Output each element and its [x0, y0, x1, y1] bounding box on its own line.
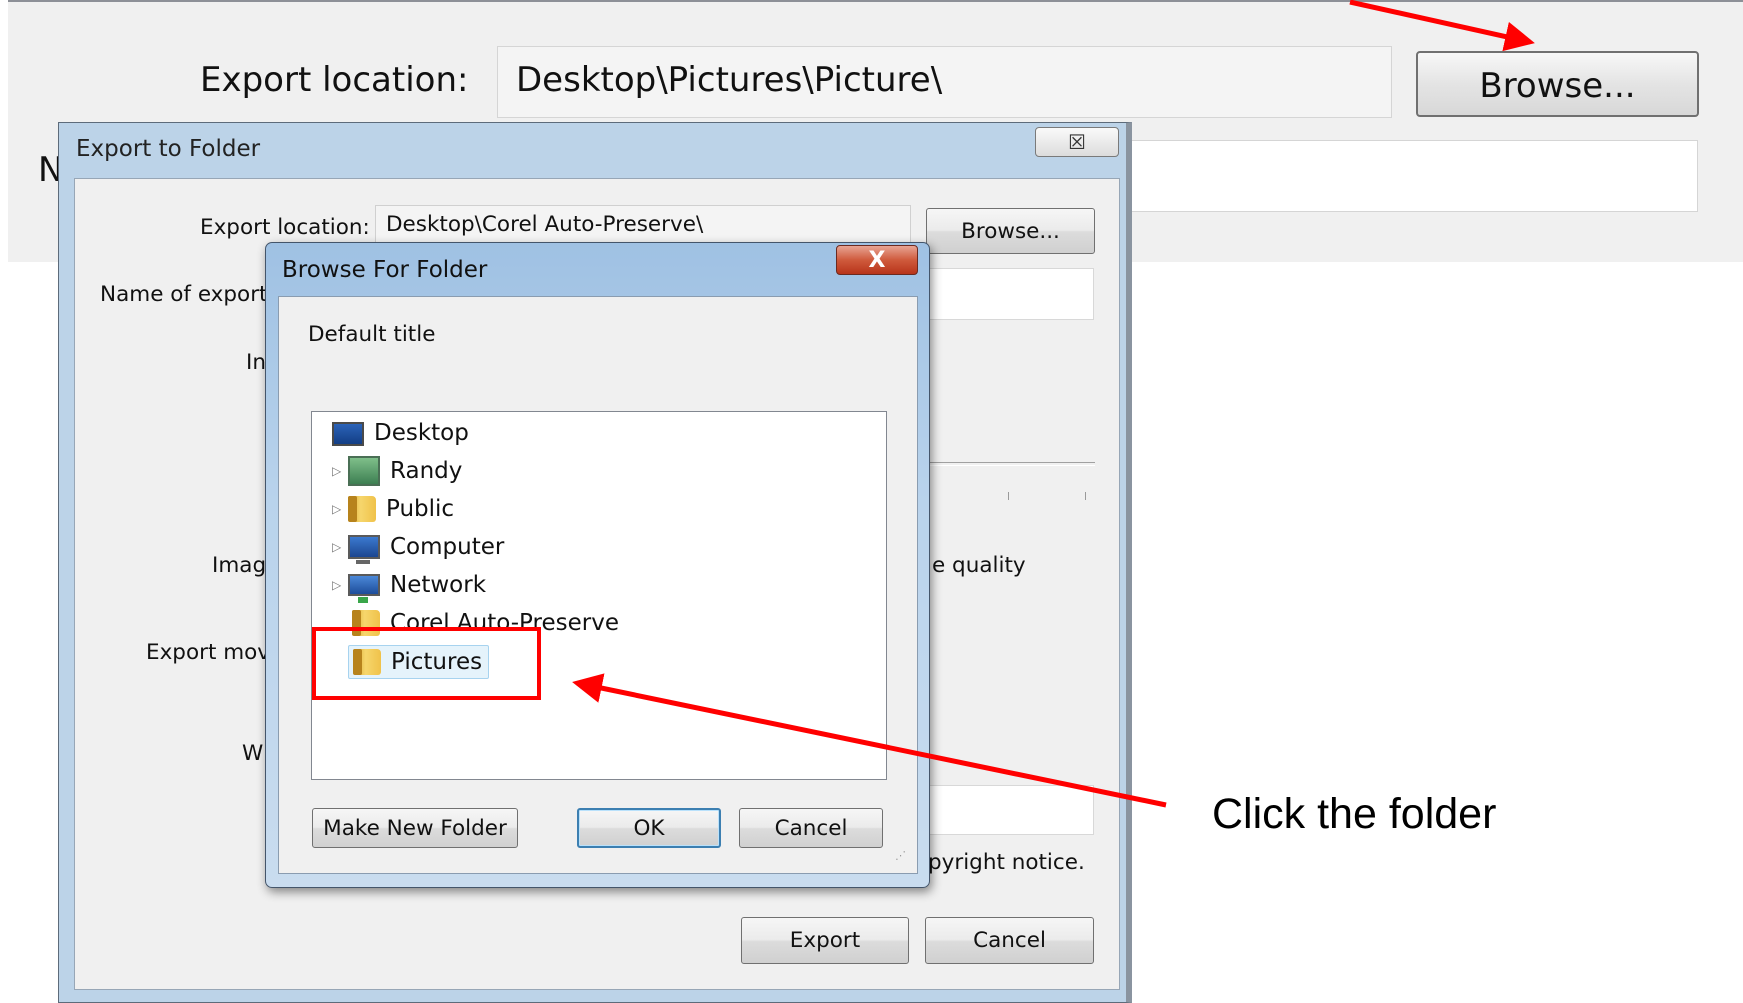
partial-label-w: W	[242, 741, 264, 766]
export-size-field[interactable]	[915, 785, 1094, 835]
name-of-export-field[interactable]	[915, 268, 1094, 320]
tree-item-computer[interactable]: ▷ Computer	[332, 530, 504, 564]
tree-item-desktop[interactable]: Desktop	[332, 416, 469, 450]
desktop-icon	[332, 422, 364, 446]
browse-default-title: Default title	[308, 322, 436, 347]
annotation-text: Click the folder	[1212, 790, 1497, 838]
browse-dialog-close-button[interactable]: X	[836, 245, 918, 275]
expand-arrow-icon[interactable]: ▷	[332, 503, 342, 515]
slider-tick	[1008, 492, 1009, 500]
tree-item-label: Randy	[390, 458, 463, 484]
copyright-notice-label: pyright notice.	[928, 850, 1085, 875]
computer-icon	[348, 535, 380, 564]
partial-label-export-movie: Export mov	[146, 640, 271, 665]
tree-item-label: Computer	[390, 534, 505, 560]
export-cancel-button[interactable]: Cancel	[925, 917, 1094, 964]
close-icon: ☒	[1068, 130, 1086, 154]
bg-name-field[interactable]	[1120, 140, 1698, 212]
folder-icon	[348, 496, 376, 522]
bg-export-location-label: Export location:	[200, 60, 469, 100]
partial-label-in: In	[246, 350, 266, 375]
tree-item-randy[interactable]: ▷ Randy	[332, 454, 462, 488]
user-folder-icon	[348, 456, 380, 486]
export-browse-button[interactable]: Browse...	[926, 208, 1095, 254]
highlight-box	[312, 627, 541, 700]
expand-arrow-icon[interactable]: ▷	[332, 465, 342, 477]
export-dialog-close-button[interactable]: ☒	[1035, 127, 1119, 157]
expand-arrow-icon[interactable]: ▷	[332, 541, 342, 553]
tree-item-label: Desktop	[374, 420, 469, 446]
tree-item-network[interactable]: ▷ Network	[332, 568, 487, 603]
folder-tree-view[interactable]: Desktop ▷ Randy ▷ Public ▷ Computer ▷ Ne…	[311, 411, 887, 780]
network-icon	[348, 574, 380, 603]
partial-label-image: Imag	[212, 553, 267, 578]
name-of-export-label: Name of export	[100, 282, 268, 307]
browse-cancel-button[interactable]: Cancel	[739, 808, 883, 848]
image-quality-label: e quality	[932, 553, 1026, 578]
make-new-folder-button[interactable]: Make New Folder	[312, 808, 518, 848]
export-button[interactable]: Export	[741, 917, 909, 964]
slider-tick	[1085, 492, 1086, 500]
export-location-value: Desktop\Corel Auto-Preserve\	[386, 212, 704, 237]
bg-export-location-value: Desktop\Pictures\Picture\	[516, 60, 943, 100]
expand-arrow-icon[interactable]: ▷	[332, 579, 342, 591]
tree-item-public[interactable]: ▷ Public	[332, 492, 454, 526]
tree-item-label: Network	[390, 572, 487, 598]
bg-browse-button[interactable]: Browse...	[1416, 51, 1699, 117]
tree-item-label: Public	[386, 496, 455, 522]
close-icon: X	[868, 247, 886, 273]
export-dialog-title: Export to Folder	[76, 136, 261, 162]
resize-grip-icon[interactable]: ⋰	[895, 850, 909, 866]
quality-slider-track[interactable]	[925, 462, 1095, 466]
export-location-label: Export location:	[200, 215, 370, 240]
browse-dialog-title: Browse For Folder	[282, 257, 488, 283]
ok-button[interactable]: OK	[577, 808, 721, 848]
